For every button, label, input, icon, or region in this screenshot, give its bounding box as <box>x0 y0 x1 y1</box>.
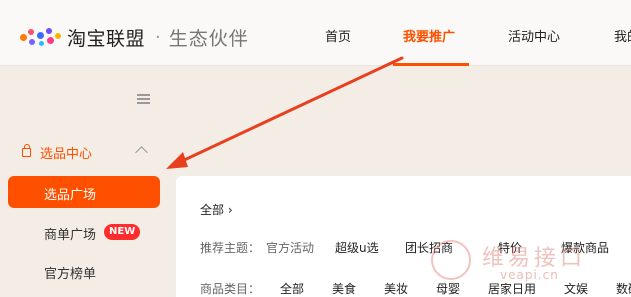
watermark-url: veapi.cn <box>500 268 559 282</box>
watermark-logo-icon <box>431 240 471 280</box>
